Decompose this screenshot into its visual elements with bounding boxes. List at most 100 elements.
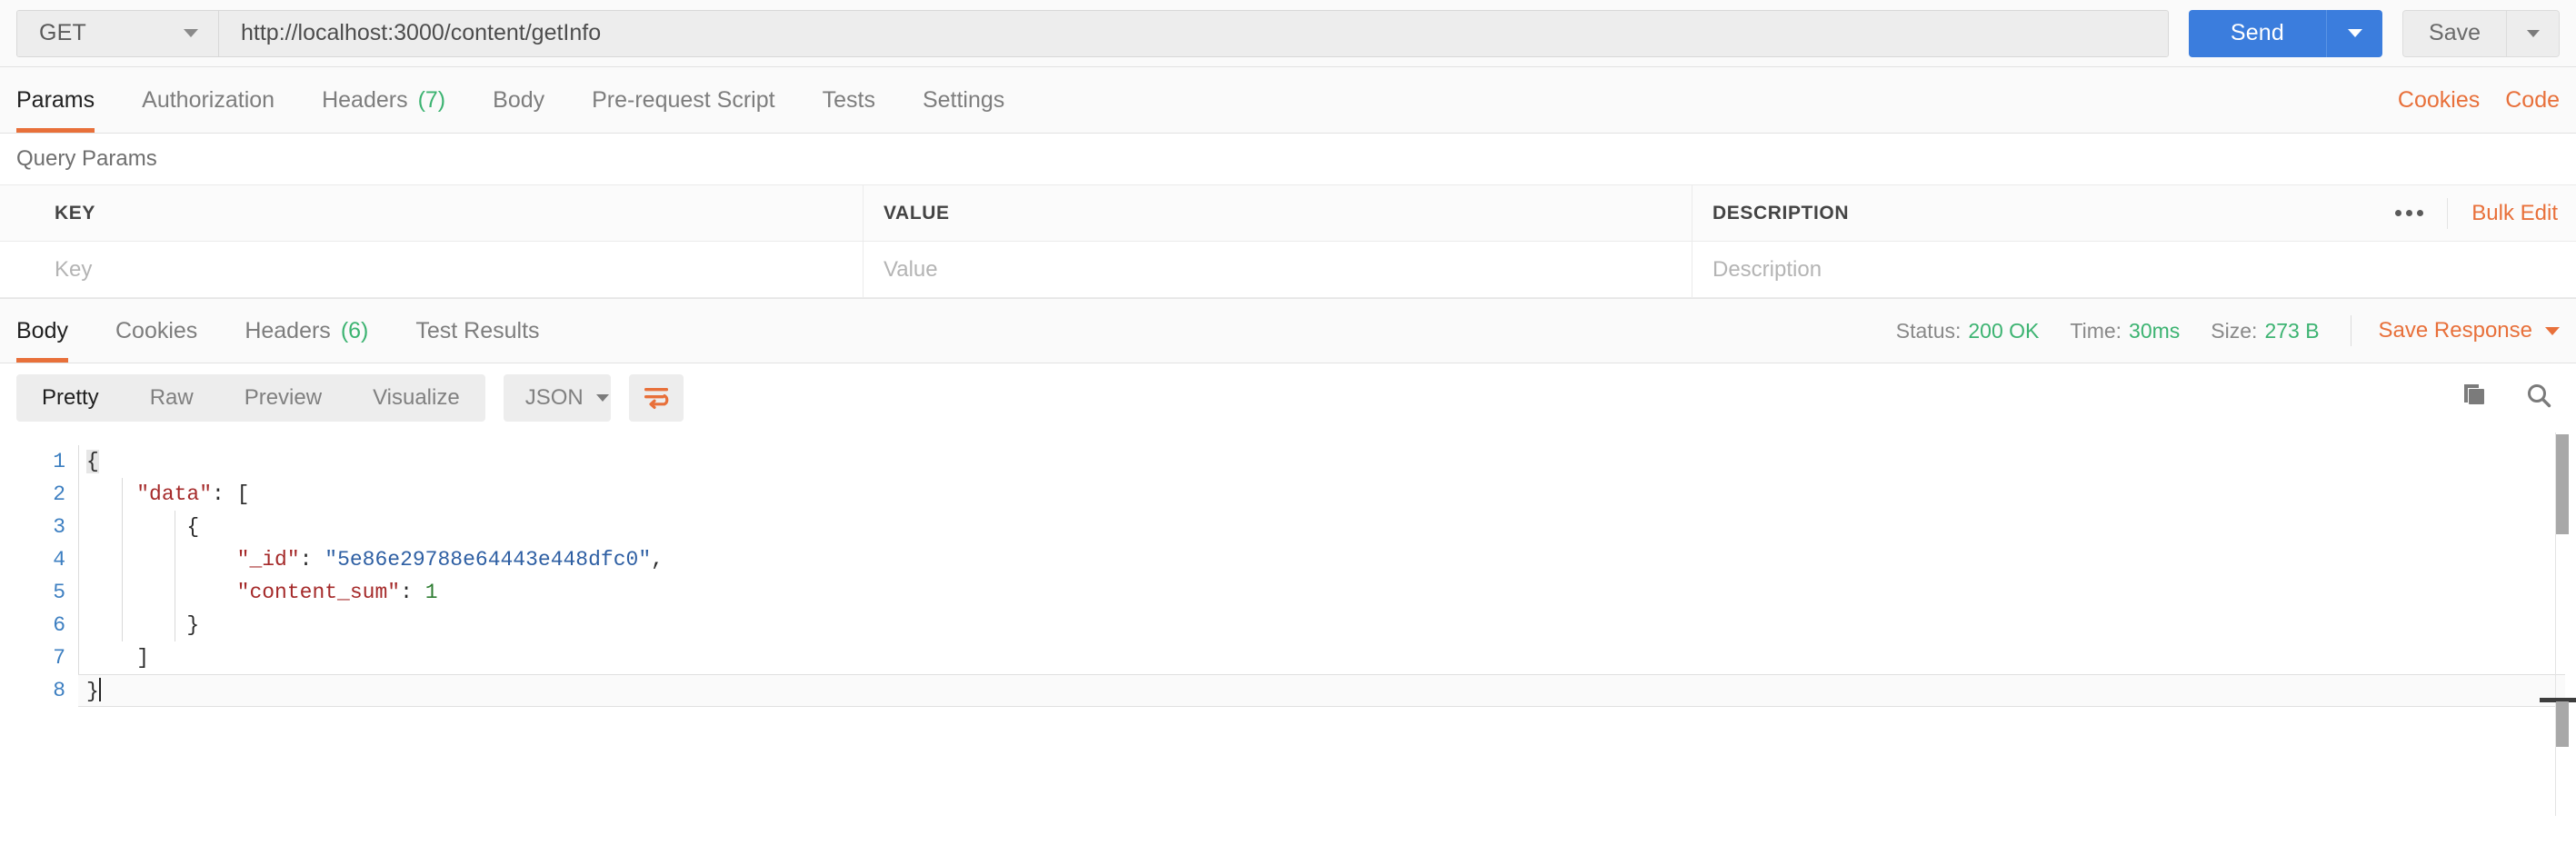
tab-tests[interactable]: Tests [799, 67, 899, 133]
query-params-title: Query Params [0, 134, 2576, 184]
chevron-down-icon [2526, 29, 2540, 37]
tab-response-body-label: Body [16, 317, 68, 343]
status-value: 200 OK [1968, 318, 2040, 343]
view-preview-button[interactable]: Preview [219, 374, 347, 422]
param-value-cell[interactable]: Value [864, 242, 1692, 297]
response-format-select[interactable]: JSON [503, 374, 611, 422]
save-options-button[interactable] [2506, 10, 2559, 56]
line-number: 2 [53, 482, 65, 506]
code-lines[interactable]: { "data": [ { "_id": "5e86e29788e64443e4… [78, 445, 2576, 707]
column-header-value-label: VALUE [884, 202, 950, 224]
response-body-viewer[interactable]: 1 2 3 4 5 6 7 8 { "data": [ { "_id": "5e… [0, 432, 2576, 816]
tab-response-headers-label: Headers [245, 317, 331, 343]
tab-tests-label: Tests [822, 86, 875, 113]
tab-settings[interactable]: Settings [899, 67, 1028, 133]
code-token: } [86, 680, 99, 703]
response-tab-list: Body Cookies Headers (6) Test Results [16, 299, 564, 363]
line-number: 6 [53, 613, 65, 637]
time-badge: Time: 30ms [2070, 319, 2180, 343]
tab-pre-request-script[interactable]: Pre-request Script [568, 67, 798, 133]
tab-response-headers[interactable]: Headers (6) [221, 299, 392, 363]
code-line-1: { [79, 445, 2576, 478]
save-response-button[interactable]: Save Response [2379, 318, 2560, 343]
code-token: } [86, 613, 200, 637]
code-line-5: "content_sum": 1 [79, 576, 2576, 609]
view-pretty-button[interactable]: Pretty [16, 374, 125, 422]
tab-authorization[interactable]: Authorization [118, 67, 298, 133]
param-description-cell[interactable]: Description [1692, 242, 2576, 297]
search-button[interactable] [2523, 381, 2554, 416]
chevron-down-icon [2347, 29, 2362, 37]
param-value-placeholder: Value [884, 256, 938, 282]
code-token: "5e86e29788e64443e448dfc0" [324, 548, 652, 572]
bulk-edit-button[interactable]: Bulk Edit [2448, 201, 2576, 226]
tab-test-results[interactable]: Test Results [392, 299, 563, 363]
request-tab-list: Params Authorization Headers (7) Body Pr… [16, 67, 1028, 133]
tab-response-body[interactable]: Body [16, 299, 92, 363]
column-header-description: DESCRIPTION Bulk Edit [1692, 185, 2576, 241]
tab-params-label: Params [16, 86, 95, 113]
param-key-cell[interactable]: Key [35, 242, 864, 297]
more-options-icon[interactable] [2371, 197, 2449, 229]
response-format-label: JSON [524, 385, 584, 410]
http-method-label: GET [39, 20, 86, 45]
status-badge: Status: 200 OK [1896, 319, 2040, 343]
tab-headers[interactable]: Headers (7) [298, 67, 469, 133]
send-button[interactable]: Send [2188, 9, 2327, 57]
save-response-label: Save Response [2378, 318, 2532, 343]
chevron-down-icon [2545, 326, 2560, 335]
tab-response-cookies[interactable]: Cookies [92, 299, 221, 363]
code-line-8: } [78, 674, 2565, 707]
view-raw-label: Raw [149, 385, 194, 410]
table-header-actions: Bulk Edit [2371, 185, 2576, 241]
vertical-scrollbar-secondary[interactable] [2556, 701, 2569, 747]
chevron-down-icon [184, 29, 198, 37]
line-number-gutter: 1 2 3 4 5 6 7 8 [0, 445, 78, 707]
request-url-bar: GET Send Save [0, 0, 2576, 67]
request-url-input[interactable] [219, 10, 2168, 56]
text-cursor [98, 678, 101, 701]
size-label: Size: [2211, 318, 2258, 343]
code-link[interactable]: Code [2505, 87, 2560, 114]
code-token: 1 [424, 581, 438, 604]
line-number: 5 [53, 581, 65, 604]
table-header-row: KEY VALUE DESCRIPTION Bulk Edit [0, 185, 2576, 242]
size-value: 273 B [2264, 318, 2320, 343]
tab-test-results-label: Test Results [415, 317, 540, 343]
tab-body[interactable]: Body [469, 67, 568, 133]
vertical-scrollbar[interactable] [2556, 432, 2569, 816]
word-wrap-button[interactable] [628, 374, 684, 422]
json-code-editor[interactable]: 1 2 3 4 5 6 7 8 { "data": [ { "_id": "5e… [0, 432, 2576, 707]
response-meta: Status: 200 OK Time: 30ms Size: 273 B Save … [1865, 299, 2560, 363]
row-checkbox-gutter [0, 185, 35, 241]
http-method-select[interactable]: GET [17, 10, 219, 56]
tab-params[interactable]: Params [16, 67, 118, 133]
search-icon [2528, 383, 2551, 407]
tab-headers-count: (7) [417, 86, 446, 113]
query-params-table: KEY VALUE DESCRIPTION Bulk Edit Key Valu… [0, 184, 2576, 298]
word-wrap-icon [644, 388, 669, 409]
scrollbar-thumb[interactable] [2556, 434, 2569, 534]
code-token: "data" [136, 482, 213, 506]
line-number: 4 [53, 548, 65, 572]
tab-authorization-label: Authorization [142, 86, 275, 113]
view-visualize-button[interactable]: Visualize [347, 374, 485, 422]
view-raw-button[interactable]: Raw [125, 374, 219, 422]
code-line-3: { [79, 511, 2576, 543]
response-view-switcher: Pretty Raw Preview Visualize [16, 374, 485, 422]
save-button[interactable]: Save [2403, 10, 2506, 56]
column-header-value: VALUE [864, 185, 1692, 241]
tab-response-headers-count: (6) [340, 317, 369, 343]
code-line-4: "_id": "5e86e29788e64443e448dfc0", [79, 543, 2576, 576]
code-token: : [ [212, 482, 250, 506]
send-button-group: Send [2188, 9, 2383, 57]
column-header-key: KEY [35, 185, 864, 241]
status-label: Status: [1895, 318, 1962, 343]
send-options-button[interactable] [2326, 9, 2383, 57]
cookies-link[interactable]: Cookies [2398, 87, 2480, 114]
request-tab-actions: Cookies Code [2398, 67, 2560, 133]
line-number: 8 [53, 679, 65, 702]
row-checkbox-gutter[interactable] [0, 242, 35, 297]
copy-button[interactable] [2458, 381, 2489, 416]
